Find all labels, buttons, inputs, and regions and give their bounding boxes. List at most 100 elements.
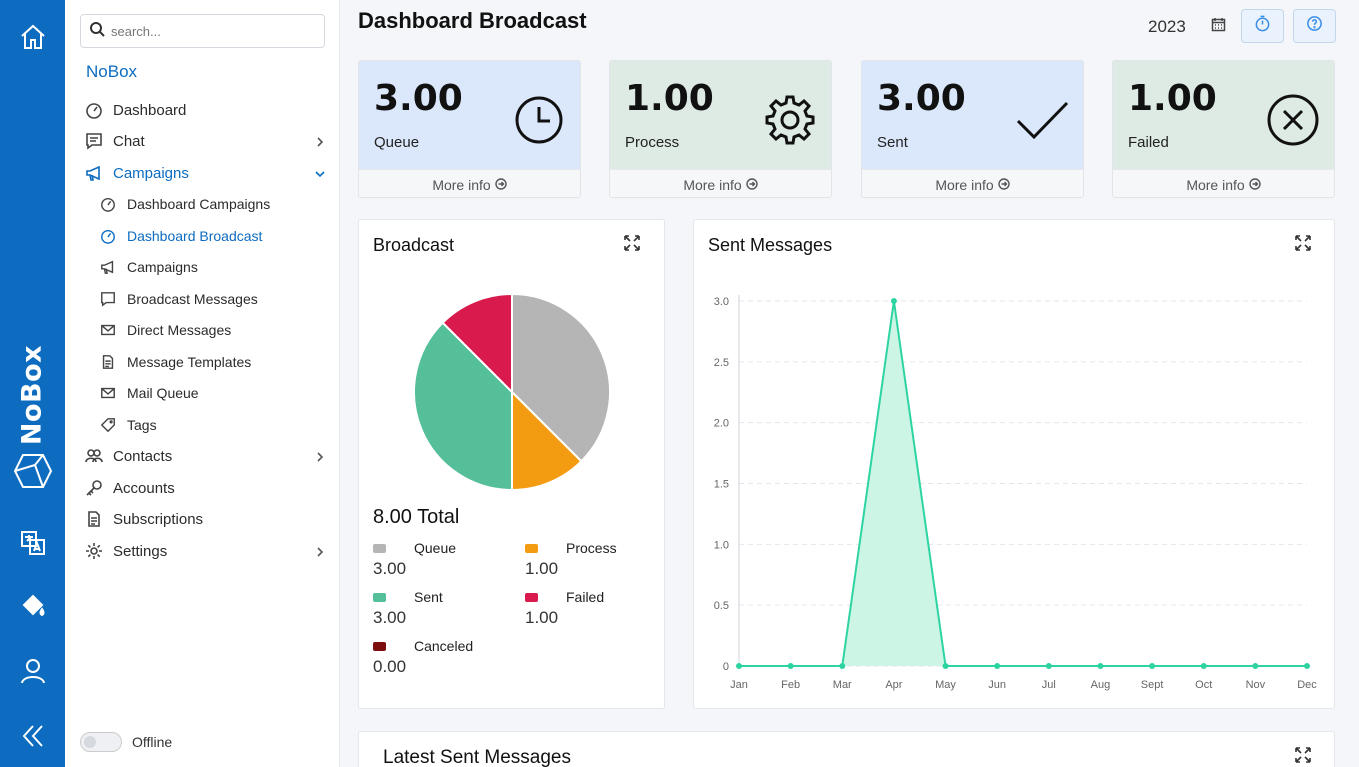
megaphone-icon [85,164,103,182]
sidebar-item-accounts[interactable]: Accounts [65,474,340,502]
sidebar-item-dashboard[interactable]: Dashboard [65,96,340,124]
data-point[interactable] [787,663,794,669]
legend-swatch [373,593,386,602]
search-box[interactable] [80,14,325,48]
sidebar-item-label: Mail Queue [127,385,199,401]
data-point[interactable] [1304,663,1310,669]
sidebar-item-campaigns[interactable]: Campaigns [65,159,340,187]
expand-icon[interactable] [624,235,640,251]
expand-icon[interactable] [1295,747,1311,763]
sidebar-item-dashboard-campaigns[interactable]: Dashboard Campaigns [65,190,340,218]
x-tick-label: Sept [1141,679,1164,691]
collapse-icon[interactable] [0,722,65,750]
data-point[interactable] [1252,663,1259,669]
x-tick-label: Jan [730,679,748,691]
translate-icon[interactable] [0,529,65,557]
legend-value: 1.00 [525,608,559,627]
data-point[interactable] [1097,663,1104,669]
data-point[interactable] [1045,663,1052,669]
sidebar-item-settings[interactable]: Settings [65,537,340,565]
user-icon[interactable] [0,657,65,685]
more-info-label: More info [432,176,491,193]
help-button[interactable] [1293,9,1336,43]
sidebar-item-label: Campaigns [113,164,189,182]
legend-name: Failed [566,589,605,605]
panel-title: Sent Messages [708,235,833,255]
legend-name: Process [566,540,617,556]
offline-label: Offline [132,734,173,750]
offline-switch[interactable]: Offline [80,732,172,752]
sidebar-item-dashboard-broadcast[interactable]: Dashboard Broadcast [65,222,340,250]
left-rail: NoBox [0,0,65,767]
sidebar-item-chat[interactable]: Chat [65,127,340,155]
search-input[interactable] [111,23,311,39]
data-point[interactable] [736,663,742,669]
legend-name: Sent [414,589,443,605]
legend-swatch [373,642,386,651]
sidebar-item-label: Contacts [113,447,173,465]
year-label: 2023 [1148,17,1186,36]
pie-chart [413,292,611,492]
message-icon [99,290,117,308]
expand-icon[interactable] [1295,235,1311,251]
timer-button[interactable] [1241,9,1284,43]
sidebar-item-label: Campaigns [127,259,198,275]
sidebar-item-label: Tags [127,417,157,433]
area-chart: 0 0.5 1.0 1.5 2.0 2.5 3.0 Jan Feb Mar Apr May Jun Jul… [714,295,1317,691]
clock-icon [512,93,566,147]
sidebar-item-subscriptions[interactable]: Subscriptions [65,505,340,533]
gauge-icon [99,195,117,213]
nobox-logo-icon [0,452,65,490]
x-tick-label: Aug [1091,679,1111,691]
users-icon [85,447,103,465]
more-info-link[interactable]: More info [1113,169,1334,197]
sidebar-item-label: Message Templates [127,354,252,370]
x-circle-icon [1266,93,1320,147]
legend-name: Canceled [414,638,474,654]
sidebar-item-contacts[interactable]: Contacts [65,442,340,470]
sidebar-item-mail-queue[interactable]: Mail Queue [65,379,340,407]
chevron-right-icon [314,135,326,147]
y-tick-label: 0 [723,661,729,673]
more-info-link[interactable]: More info [359,169,580,197]
data-point[interactable] [890,298,897,304]
x-tick-label: Apr [885,679,902,691]
broadcast-panel: Broadcast 8.00 Total Queue 3.00 Process … [358,219,665,709]
more-info-link[interactable]: More info [610,169,831,197]
latest-sent-messages-panel: Latest Sent Messages [358,731,1335,767]
calendar-icon[interactable] [1211,17,1226,32]
more-info-link[interactable]: More info [862,169,1083,197]
data-point[interactable] [942,663,949,669]
arrow-circle-right-icon [491,177,507,193]
data-point[interactable] [994,663,1001,669]
legend-item-process: Process 1.00 [525,540,665,580]
home-icon[interactable] [0,22,65,52]
sidebar-item-direct-messages[interactable]: Direct Messages [65,316,340,344]
arrow-circle-right-icon [994,177,1010,193]
sidebar-item-tags[interactable]: Tags [65,411,340,439]
stat-card-sent: 3.00 Sent More info [861,60,1084,198]
sidebar-item-label: Dashboard [113,101,187,119]
sent-messages-panel: Sent Messages 0 0.5 1.0 1.5 2.0 2.5 3.0 Jan Feb M… [693,219,1335,709]
stopwatch-icon [1254,15,1271,37]
data-point[interactable] [839,663,846,669]
sidebar-item-message-templates[interactable]: Message Templates [65,348,340,376]
offline-toggle[interactable] [80,732,122,752]
sidebar-item-label: Subscriptions [113,510,204,528]
sidebar-item-campaigns-sub[interactable]: Campaigns [65,253,340,281]
document-icon [85,510,103,528]
legend-value: 3.00 [373,608,407,627]
sidebar-item-label: Chat [113,132,145,150]
x-tick-label: Nov [1246,679,1266,691]
chevron-right-icon [314,545,326,557]
sidebar-brand: NoBox [86,62,138,81]
sidebar-item-broadcast-messages[interactable]: Broadcast Messages [65,285,340,313]
paint-bucket-icon[interactable] [0,593,65,621]
x-tick-label: Jun [988,679,1006,691]
y-tick-label: 0.5 [714,600,729,612]
y-tick-label: 1.5 [714,479,729,491]
check-icon [1015,93,1069,147]
data-point[interactable] [1200,663,1207,669]
data-point[interactable] [1149,663,1156,669]
y-tick-label: 1.0 [714,539,729,551]
